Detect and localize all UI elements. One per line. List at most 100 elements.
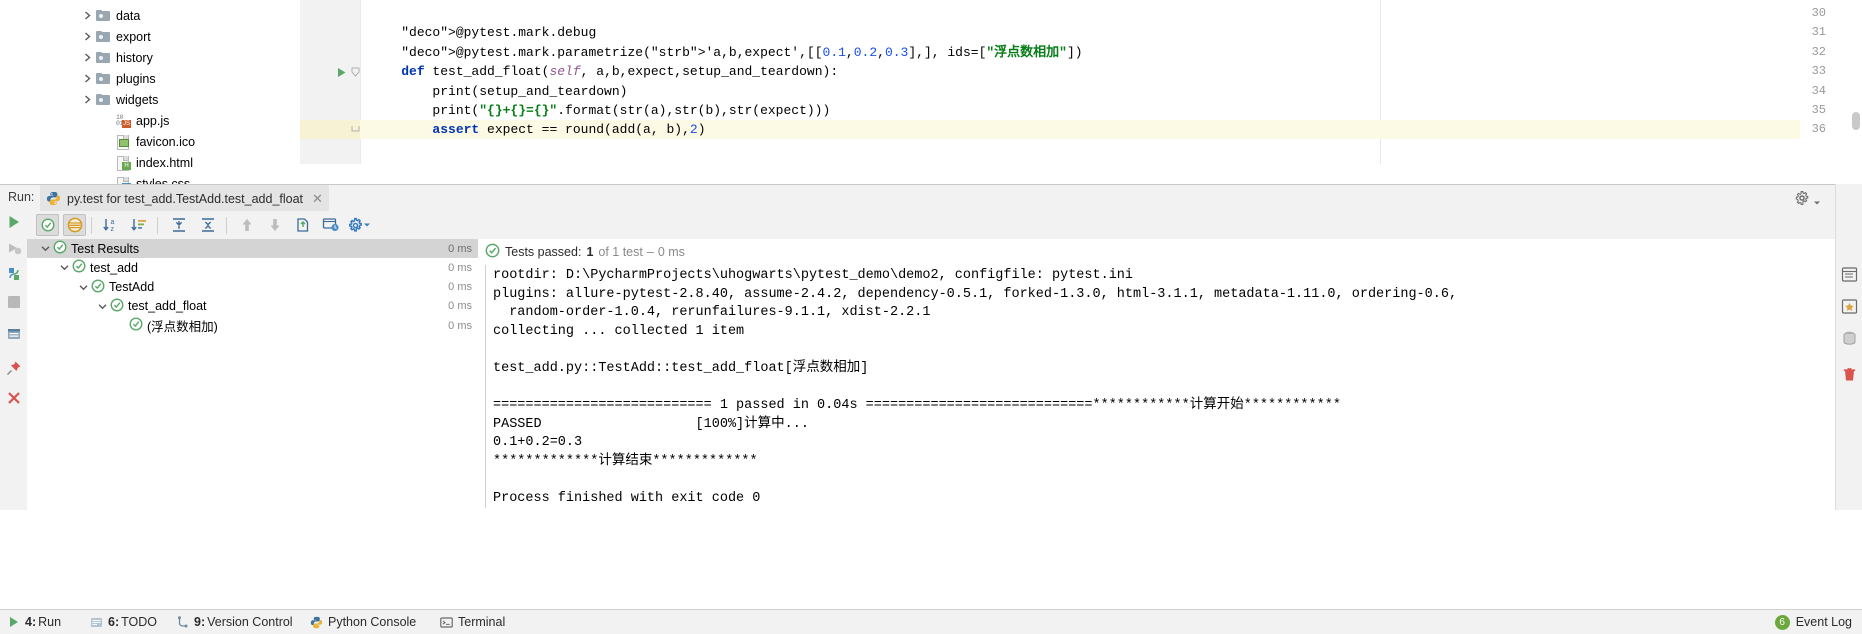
sort-alphabetically-button[interactable]: a z: [99, 214, 122, 236]
stop-button[interactable]: [3, 291, 25, 313]
test-tree-row[interactable]: test_add_float 0 ms: [27, 297, 478, 316]
show-ignored-button[interactable]: [63, 214, 86, 236]
status-bar-item-python-console[interactable]: Python Console: [310, 610, 416, 634]
code-line[interactable]: "deco">@pytest.mark.debug: [370, 23, 596, 42]
project-tree-item-label: history: [116, 50, 153, 65]
chevron-down-icon[interactable]: [75, 283, 91, 292]
css-file-icon: c: [116, 176, 131, 184]
console-line: PASSED [100%]计算中...: [493, 416, 809, 432]
chevron-down-icon[interactable]: [56, 263, 72, 272]
chevron-right-icon[interactable]: [80, 32, 94, 41]
code-line[interactable]: def test_add_float(self, a,b,expect,setu…: [370, 62, 838, 81]
export-test-results-button[interactable]: [3, 323, 25, 345]
chevron-down-icon[interactable]: [37, 244, 53, 253]
status-bar-item-terminal[interactable]: Terminal: [440, 610, 505, 634]
project-tree-item-styles-css[interactable]: c styles.css: [100, 173, 190, 184]
show-passed-button[interactable]: [36, 214, 59, 236]
project-tree-item-index-html[interactable]: Hindex.html: [100, 152, 193, 173]
project-tree-item-label: styles.css: [136, 176, 191, 185]
project-tree-item-data[interactable]: data: [80, 5, 140, 26]
test-tree-row[interactable]: Test Results 0 ms: [27, 239, 478, 258]
sort-by-duration-button[interactable]: [127, 214, 150, 236]
status-bar-terminal-label: Terminal: [458, 615, 506, 629]
rerun-button[interactable]: [3, 211, 25, 233]
status-bar-event-log[interactable]: 6 Event Log: [1774, 610, 1852, 634]
project-tree-item-history[interactable]: history: [80, 47, 153, 68]
test-tree-row[interactable]: test_add 0 ms: [27, 258, 478, 277]
previous-failed-test-button[interactable]: [235, 214, 258, 236]
project-tree-item-plugins[interactable]: plugins: [80, 68, 156, 89]
status-bar-item-todo[interactable]: 6: TODO: [90, 610, 157, 634]
settings-button[interactable]: [347, 214, 370, 236]
run-window-toolbar: a z: [27, 211, 1862, 240]
vcs-icon: [176, 615, 189, 629]
terminal-icon: [440, 616, 453, 629]
chevron-down-icon[interactable]: [94, 302, 110, 311]
project-tree-item-app-js[interactable]: 10010JS app.js: [100, 110, 169, 131]
project-tree-item-label: export: [116, 29, 151, 44]
favorites-icon[interactable]: [1839, 296, 1860, 317]
close-icon[interactable]: ✕: [312, 192, 323, 205]
code-editor[interactable]: 30 31 "deco">@pytest.mark.debug 32 "deco">…: [300, 0, 1862, 184]
next-failed-test-button[interactable]: [263, 214, 286, 236]
console-line: Process finished with exit code 0: [493, 491, 761, 507]
console-line: random-order-1.0.4, rerunfailures-9.1.1,…: [493, 305, 931, 321]
project-tree-item-label: favicon.ico: [136, 134, 196, 149]
test-passed-icon: [72, 259, 86, 276]
code-line[interactable]: print(setup_and_teardown): [370, 82, 627, 101]
project-tree-panel[interactable]: data export history plugins widgets 10010JS ap…: [0, 0, 300, 184]
status-of-text: of 1 test: [598, 245, 643, 259]
folder-icon: [96, 52, 110, 63]
collapse-all-button[interactable]: [196, 214, 219, 236]
tests-passed-status: Tests passed: 1 of 1 test – 0 ms: [478, 239, 1862, 265]
status-bar: 4: Run 6: TODO 9: Version Control Python…: [0, 609, 1862, 634]
test-tree-row[interactable]: TestAdd 0 ms: [27, 278, 478, 297]
test-duration: 0 ms: [448, 261, 472, 274]
editor-scrollbar[interactable]: [1852, 112, 1860, 130]
open-in-browser-button[interactable]: [319, 214, 342, 236]
project-tree-item-favicon-ico[interactable]: favicon.ico: [100, 131, 195, 152]
test-tree-row-label: test_add_float: [128, 299, 207, 314]
code-line[interactable]: print("{}+{}={}".format(str(a),str(b),st…: [370, 101, 830, 120]
test-results-tree[interactable]: Test Results 0 ms test_add 0 ms TestAdd 0 ms t…: [27, 239, 479, 510]
fold-marker-icon[interactable]: [349, 63, 361, 81]
code-line[interactable]: "deco">@pytest.mark.parametrize("strb">'…: [370, 43, 1082, 62]
editor-gutter[interactable]: [300, 0, 361, 164]
python-console-icon: [310, 616, 323, 629]
export-results-button[interactable]: [291, 214, 314, 236]
close-button[interactable]: [3, 387, 25, 409]
run-test-gutter-icon[interactable]: [334, 63, 348, 81]
line-number: 36: [1811, 122, 1826, 137]
status-bar-item-run[interactable]: 4: Run: [8, 610, 61, 634]
expand-all-button[interactable]: [167, 214, 190, 236]
run-window-side-toolbar: [0, 211, 28, 510]
console-output[interactable]: rootdir: D:\PycharmProjects\uhogwarts\py…: [485, 265, 1841, 508]
chevron-right-icon[interactable]: [80, 95, 94, 104]
structure-icon[interactable]: [1839, 264, 1860, 285]
gear-icon[interactable]: [1794, 190, 1820, 209]
chevron-right-icon[interactable]: [80, 11, 94, 20]
folder-icon: [96, 73, 110, 84]
chevron-right-icon[interactable]: [80, 74, 94, 83]
toggle-auto-test-button[interactable]: [3, 263, 25, 285]
code-line[interactable]: assert expect == round(add(a, b),2): [370, 120, 705, 139]
status-bar-vcs-label: Version Control: [207, 615, 293, 629]
trash-icon[interactable]: [1839, 364, 1860, 385]
chevron-right-icon[interactable]: [80, 53, 94, 62]
status-dash: –: [646, 245, 654, 259]
project-tree-item-widgets[interactable]: widgets: [80, 89, 158, 110]
database-icon[interactable]: [1839, 328, 1860, 349]
test-duration: 0 ms: [448, 300, 472, 313]
top-area: data export history plugins widgets 10010JS ap…: [0, 0, 1862, 184]
project-tree-item-export[interactable]: export: [80, 26, 151, 47]
fold-marker-end-icon[interactable]: [349, 121, 361, 139]
run-configuration-tab[interactable]: py.test for test_add.TestAdd.test_add_fl…: [40, 185, 329, 212]
svg-text:z: z: [110, 226, 114, 233]
test-tree-row-label: Test Results: [71, 241, 140, 256]
status-bar-item-version-control[interactable]: 9: Version Control: [176, 610, 293, 634]
rerun-failed-tests-button[interactable]: [3, 237, 25, 259]
console-line: plugins: allure-pytest-2.8.40, assume-2.…: [493, 286, 1458, 302]
pin-tab-button[interactable]: [3, 357, 25, 379]
test-tree-row[interactable]: (浮点数相加) 0 ms: [27, 316, 478, 335]
folder-icon: [96, 31, 110, 42]
